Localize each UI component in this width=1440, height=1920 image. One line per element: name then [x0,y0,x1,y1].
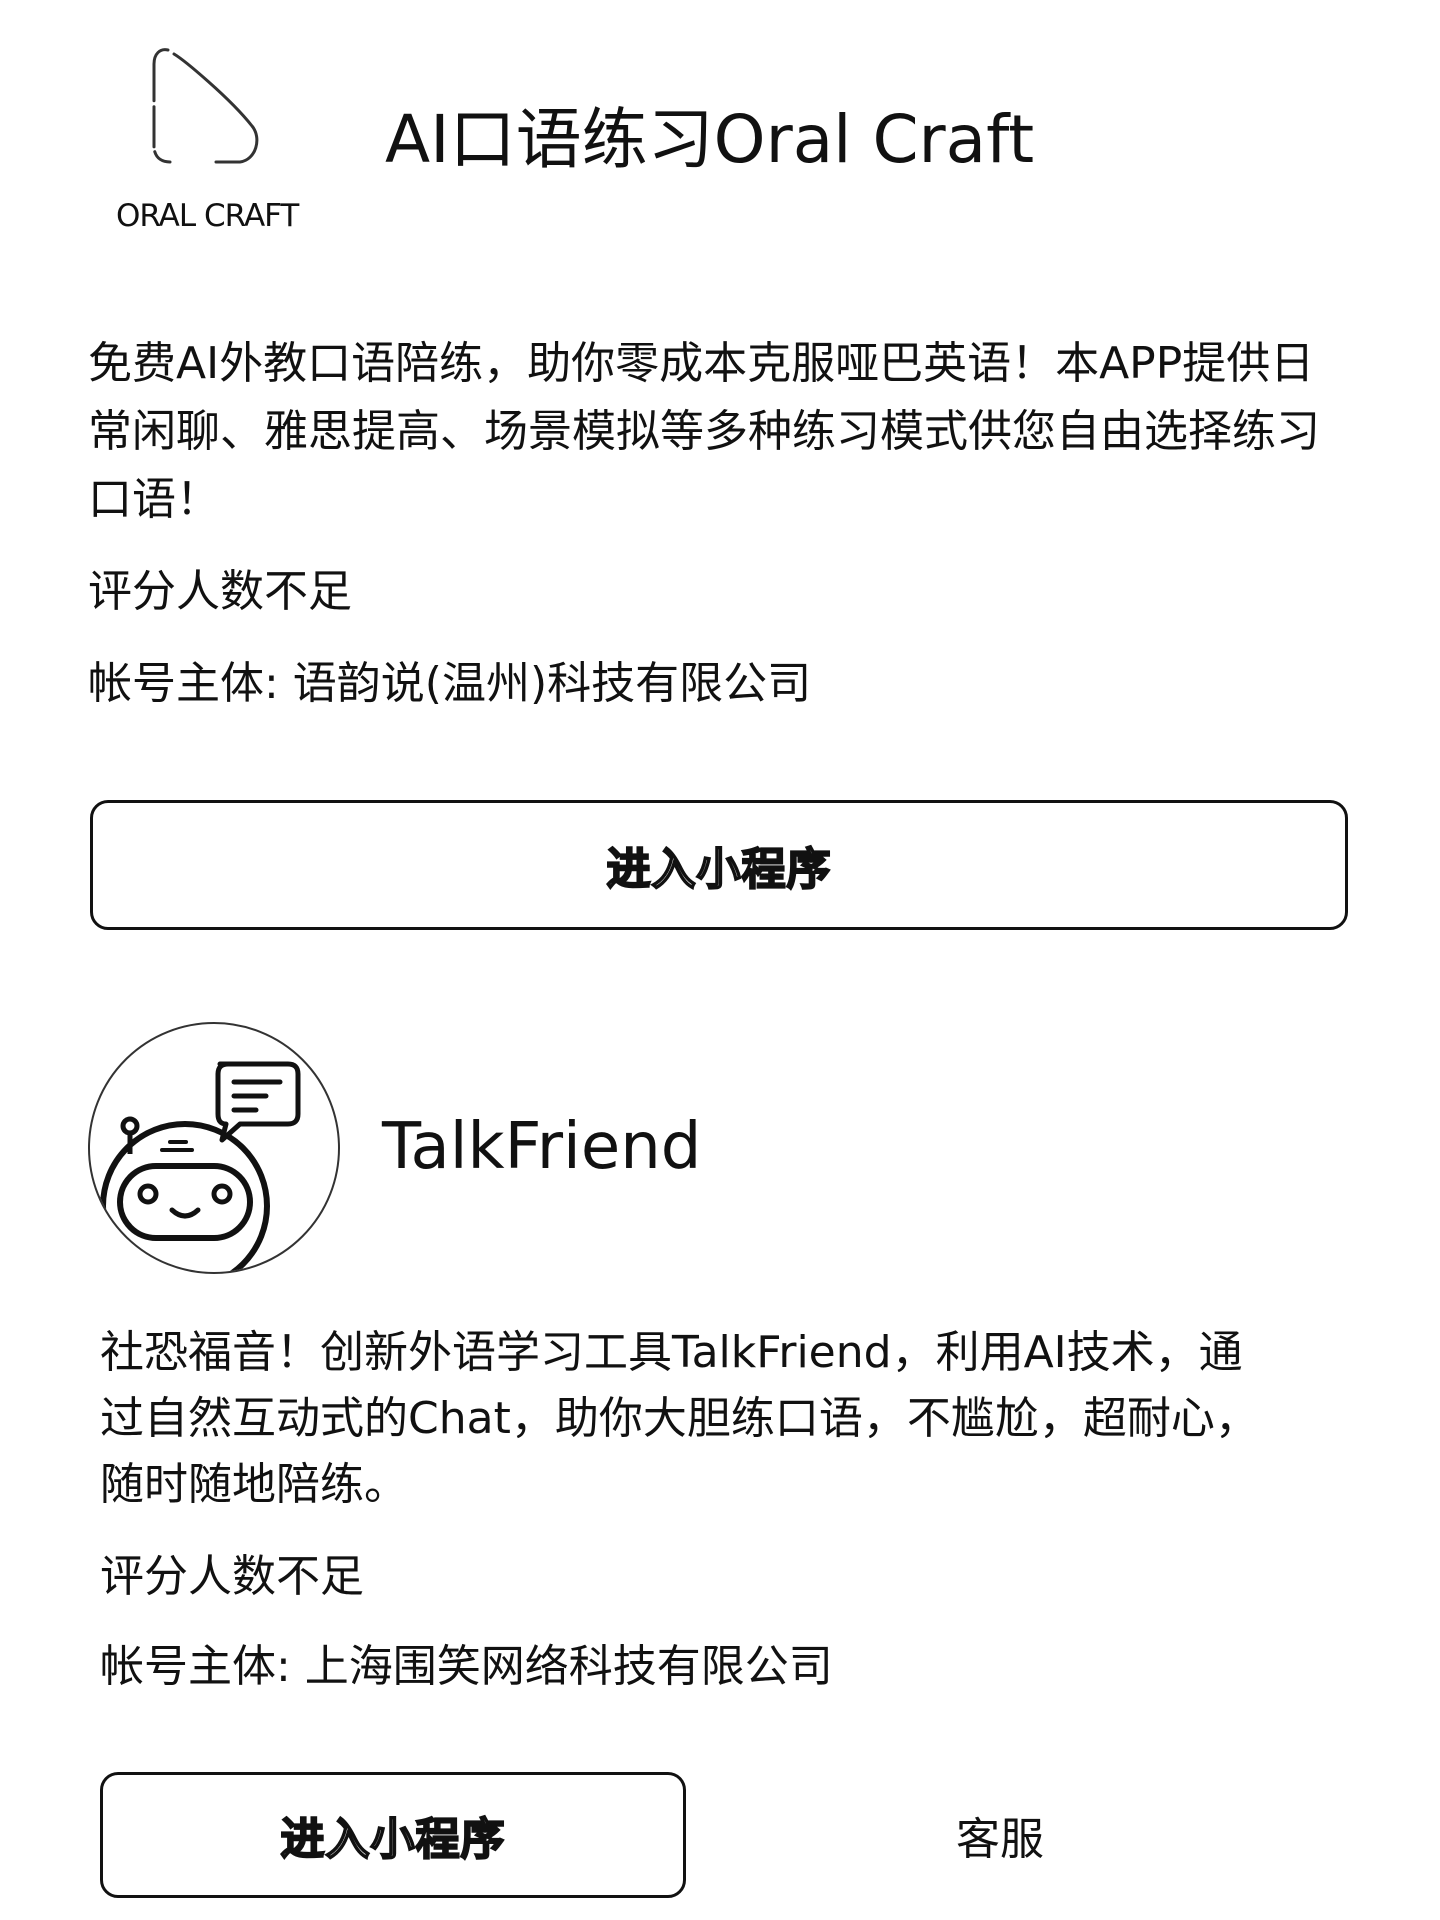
account-owner: 帐号主体: 语韵说(温州)科技有限公司 [88,658,812,709]
triangle-logo-icon [152,48,259,164]
mini-program-description: 社恐福音！创新外语学习工具TalkFriend，利用AI技术，通过自然互动式的C… [100,1327,1259,1510]
customer-service-button[interactable]: 客服 [900,1772,1100,1898]
talkfriend-avatar [88,1022,340,1274]
rating-status: 评分人数不足 [88,566,352,617]
logo-wordmark: ORAL CRAFT [116,198,299,234]
mini-program-card-talkfriend: TalkFriend 社恐福音！创新外语学习工具TalkFriend，利用AI技… [0,1000,1440,1920]
enter-button-label: 进入小程序 [606,843,832,896]
mini-program-title: AI口语练习Oral Craft [385,101,1035,178]
oral-craft-logo: ORAL CRAFT [110,30,320,240]
enter-mini-program-button[interactable]: 进入小程序 [100,1772,686,1898]
mini-program-card-oral-craft: ORAL CRAFT AI口语练习Oral Craft 免费AI外教口语陪练，助… [0,0,1440,960]
enter-button-label: 进入小程序 [280,1813,506,1866]
mini-program-description: 免费AI外教口语陪练，助你零成本克服哑巴英语！本APP提供日常闲聊、雅思提高、场… [88,338,1320,525]
account-owner: 帐号主体: 上海围笑网络科技有限公司 [100,1641,833,1692]
robot-chat-icon [100,1061,301,1272]
rating-status: 评分人数不足 [100,1551,364,1602]
mini-program-title: TalkFriend [382,1110,702,1184]
enter-mini-program-button[interactable]: 进入小程序 [90,800,1348,930]
